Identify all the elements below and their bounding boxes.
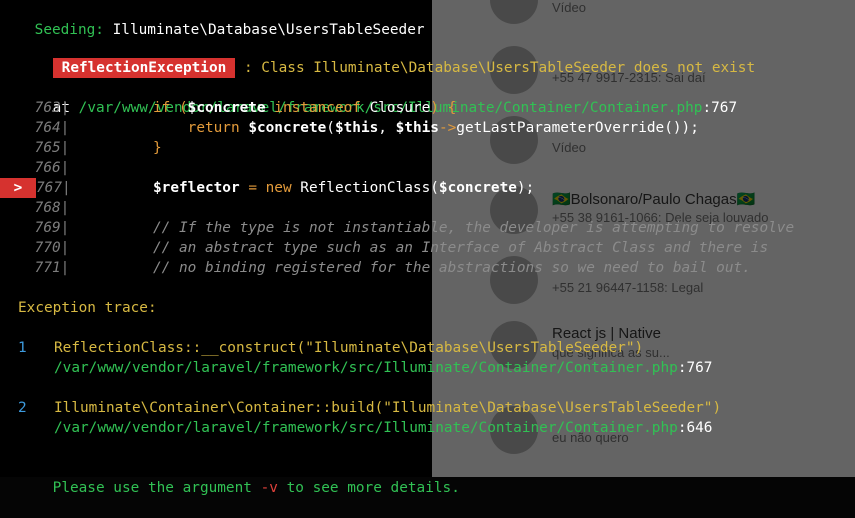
hint-before: Please use the argument	[52, 480, 261, 496]
trace-index: 1	[18, 340, 27, 356]
seeding-class: Illuminate\Database\UsersTableSeeder	[112, 22, 425, 38]
code-text: }	[153, 140, 162, 156]
exception-type-badge: ReflectionException	[52, 58, 236, 78]
code-line: >767| $reflector = new ReflectionClass($c…	[0, 178, 534, 198]
trace-path: /var/www/vendor/laravel/framework/src/Il…	[54, 420, 678, 436]
code-line-number: 764|	[34, 120, 70, 136]
trace-item: 1 ReflectionClass::__construct("Illuminat…	[18, 338, 643, 358]
code-line-number: 770|	[34, 240, 70, 256]
hint-line: Please use the argument -v to see more d…	[18, 458, 460, 496]
code-text: // If the type is not instantiable, the …	[153, 220, 795, 236]
code-line: 770| // an abstract type such as an Inter…	[0, 238, 768, 258]
code-line-number: 766|	[34, 160, 70, 176]
hint-after: to see more details.	[277, 480, 460, 496]
terminal-output[interactable]: Seeding: Illuminate\Database\UsersTableS…	[0, 0, 855, 496]
code-line: 766|	[0, 158, 70, 178]
exception-message: Class Illuminate\Database\UsersTableSeed…	[261, 60, 756, 76]
trace-call: ReflectionClass::__construct("Illuminate…	[54, 340, 644, 356]
code-line: 763| if ($concrete instanceof Closure) {	[0, 98, 457, 118]
trace-title: Exception trace:	[18, 300, 157, 316]
code-line: 765|}	[0, 138, 162, 158]
code-line: 764| return $concrete($this, $this->getL…	[0, 118, 699, 138]
location-line: at /var/www/vendor/laravel/framework/src…	[18, 78, 737, 116]
seeding-line: Seeding: Illuminate\Database\UsersTableS…	[0, 0, 425, 38]
exception-separator: :	[243, 60, 253, 76]
trace-line-number: :767	[677, 360, 713, 376]
location-line-number: :767	[702, 100, 738, 116]
trace-line-number: :646	[677, 420, 713, 436]
trace-index: 2	[18, 400, 27, 416]
trace-path: /var/www/vendor/laravel/framework/src/Il…	[54, 360, 678, 376]
code-text: // an abstract type such as an Interface…	[153, 240, 769, 256]
code-line-number: 768|	[34, 200, 70, 216]
code-line-number: 765|	[34, 140, 70, 156]
code-line-number: 763|	[34, 100, 70, 116]
hint-argument: -v	[260, 480, 278, 496]
exception-line: ReflectionException : Class Illuminate\D…	[18, 38, 755, 78]
code-line: 769| // If the type is not instantiable, …	[0, 218, 794, 238]
code-text: return $concrete($this, $this->getLastPa…	[153, 120, 699, 136]
seeding-label: Seeding:	[34, 22, 104, 38]
code-line: 768|	[0, 198, 70, 218]
code-text: $reflector = new ReflectionClass($concre…	[153, 180, 535, 196]
code-line-number: 769|	[34, 220, 70, 236]
trace-location: /var/www/vendor/laravel/framework/src/Il…	[54, 358, 712, 378]
code-text: // no binding registered for the abstrac…	[153, 260, 751, 276]
trace-item: 2 Illuminate\Container\Container::build("…	[18, 398, 721, 418]
code-line-number: 767|	[36, 180, 71, 196]
code-text: if ($concrete instanceof Closure) {	[153, 100, 457, 116]
highlight-arrow-marker: >	[0, 178, 36, 198]
trace-location: /var/www/vendor/laravel/framework/src/Il…	[54, 418, 712, 438]
code-line: 771| // no binding registered for the abs…	[0, 258, 751, 278]
code-line-number: 771|	[34, 260, 70, 276]
trace-call: Illuminate\Container\Container::build("I…	[54, 400, 722, 416]
